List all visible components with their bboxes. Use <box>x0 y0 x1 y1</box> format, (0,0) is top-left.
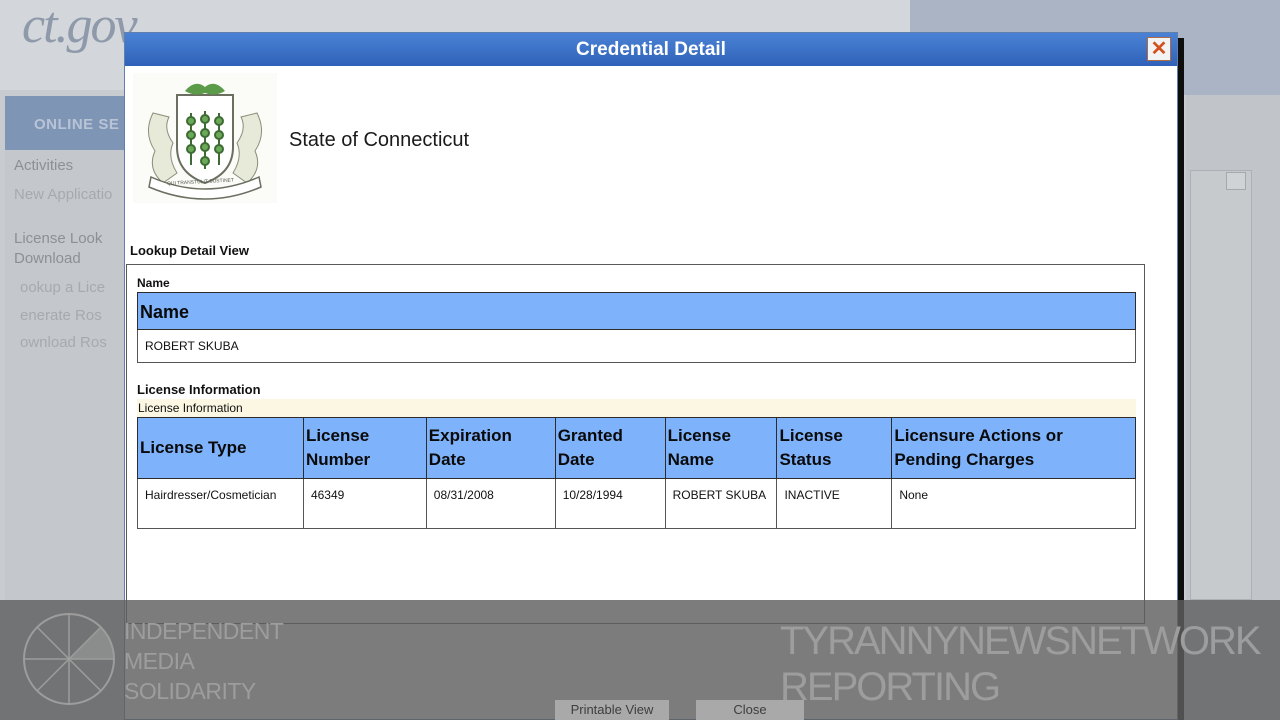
sidebar-link-generate-roster[interactable]: enerate Ros <box>20 307 102 324</box>
col-license-number: License Number <box>302 417 427 479</box>
col-license-status: License Status <box>776 417 893 479</box>
col-license-type: License Type <box>137 417 304 479</box>
cell-granted-date: 10/28/1994 <box>554 478 666 529</box>
license-table: License Type License Number Expiration D… <box>137 417 1136 529</box>
sidebar-link-download-roster[interactable]: ownload Ros <box>20 334 107 351</box>
col-expiration-date: Expiration Date <box>425 417 556 479</box>
nav-online-services[interactable]: ONLINE SE <box>34 116 119 133</box>
watermark-line: MEDIA <box>124 648 195 674</box>
name-section-label: Name <box>137 276 170 290</box>
name-value: ROBERT SKUBA <box>137 330 1136 363</box>
sidebar-download-heading: Download <box>14 250 81 267</box>
col-granted-date: Granted Date <box>554 417 666 479</box>
sidebar-link-lookup-license[interactable]: ookup a Lice <box>20 279 105 296</box>
printable-view-button[interactable]: Printable View <box>555 700 669 720</box>
right-collapse-button[interactable] <box>1226 172 1246 190</box>
sidebar <box>5 150 125 600</box>
table-row: Hairdresser/Cosmetician 46349 08/31/2008… <box>137 478 1136 529</box>
col-license-name: License Name <box>664 417 778 479</box>
lookup-detail-label: Lookup Detail View <box>130 243 249 258</box>
state-name: State of Connecticut <box>289 129 470 151</box>
cell-expiration-date: 08/31/2008 <box>425 478 556 529</box>
watermark-line: SOLIDARITY <box>124 678 256 704</box>
cell-license-type: Hairdresser/Cosmetician <box>137 478 304 529</box>
cell-licensure-actions: None <box>891 478 1136 529</box>
license-table-header-row: License Type License Number Expiration D… <box>137 417 1136 479</box>
watermark-left-text: INDEPENDENT MEDIA SOLIDARITY <box>124 616 284 706</box>
license-section-label: License Information <box>137 382 261 397</box>
close-icon[interactable]: ✕ <box>1147 37 1171 61</box>
dialog-titlebar[interactable]: Credential Detail ✕ <box>125 33 1177 66</box>
license-section-sublabel: License Information <box>137 399 1136 417</box>
watermark-line: REPORTING <box>780 665 1001 709</box>
solidarity-logo-icon <box>23 613 115 705</box>
watermark-right-text: TYRANNYNEWSNETWORK REPORTING <box>780 618 1262 710</box>
sidebar-license-lookup-heading: License Look <box>14 230 103 247</box>
cell-license-name: ROBERT SKUBA <box>664 478 778 529</box>
lookup-detail-panel: Name Name ROBERT SKUBA License Informati… <box>126 264 1145 624</box>
sidebar-activities-heading: Activities <box>14 157 74 174</box>
dialog-title: Credential Detail <box>576 39 726 60</box>
ct-gov-logo[interactable]: ct.gov <box>22 0 138 55</box>
cell-license-number: 46349 <box>302 478 427 529</box>
cell-license-status: INACTIVE <box>776 478 893 529</box>
watermark-line: INDEPENDENT <box>124 618 284 644</box>
name-section-header: Name <box>137 292 1136 330</box>
col-licensure-actions: Licensure Actions or Pending Charges <box>891 417 1136 479</box>
sidebar-link-new-application[interactable]: New Applicatio <box>14 186 112 203</box>
watermark-line: TYRANNYNEWSNETWORK <box>780 619 1262 663</box>
right-content-box <box>1190 170 1252 600</box>
